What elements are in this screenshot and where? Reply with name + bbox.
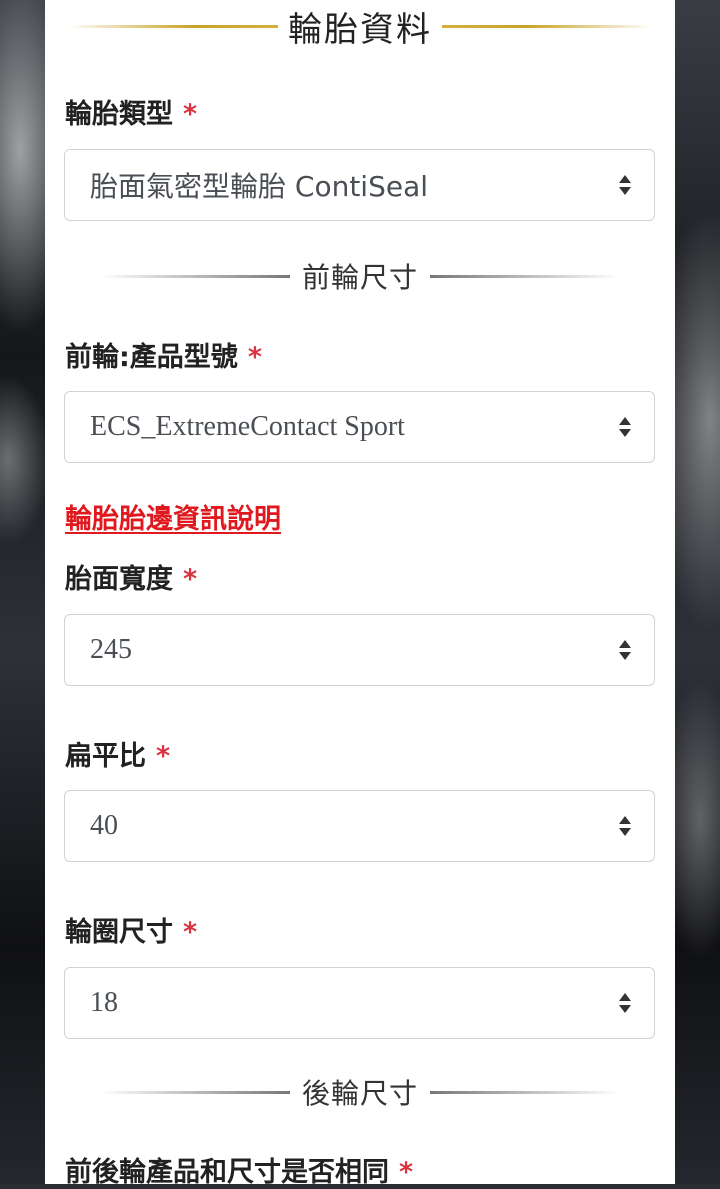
rim-size-select[interactable]: 18 [64,967,655,1039]
front-product-value: ECS_ExtremeContact Sport [90,411,405,442]
required-asterisk: * [183,564,198,595]
required-asterisk: * [399,1157,414,1188]
front-size-divider: 前輪尺寸 [100,256,621,296]
tread-width-select[interactable]: 245 [64,614,655,686]
tire-type-value: 胎面氣密型輪胎 ContiSeal [90,170,429,203]
required-asterisk: * [247,342,262,373]
tire-type-label-text: 輪胎類型 [65,99,173,130]
tread-width-label: 胎面寬度 * [65,557,197,596]
same-size-question-text: 前後輪產品和尺寸是否相同 [65,1157,389,1188]
tire-info-form: 輪胎資料 輪胎類型 * 胎面氣密型輪胎 ContiSeal 前輪尺寸 前輪:產品型… [45,0,675,1188]
rim-size-label-text: 輪圈尺寸 [65,917,173,948]
sort-updown-icon [619,816,631,836]
rim-size-value: 18 [90,987,118,1018]
title-divider-right [442,24,653,28]
tire-type-select[interactable]: 胎面氣密型輪胎 ContiSeal [64,149,655,221]
tire-type-label: 輪胎類型 * [65,92,197,131]
aspect-ratio-label-text: 扁平比 [65,741,146,772]
front-product-label-text: 前輪:產品型號 [65,342,238,373]
front-product-select[interactable]: ECS_ExtremeContact Sport [64,391,655,463]
sidewall-info-link[interactable]: 輪胎胎邊資訊說明 [65,497,281,536]
divider-line-right [430,274,621,278]
rim-size-label: 輪圈尺寸 * [65,910,197,949]
title-divider-left [67,24,278,28]
required-asterisk: * [156,741,171,772]
rear-size-title: 後輪尺寸 [302,1077,419,1110]
divider-line-left [100,1090,290,1094]
front-product-label: 前輪:產品型號 * [65,335,262,374]
tread-width-value: 245 [90,634,132,665]
aspect-ratio-label: 扁平比 * [65,734,170,773]
sort-updown-icon [619,993,631,1013]
sort-updown-icon [619,417,631,437]
divider-line-left [100,274,290,278]
aspect-ratio-value: 40 [90,810,118,841]
required-asterisk: * [183,99,198,130]
same-size-question-label: 前後輪產品和尺寸是否相同 * [65,1150,413,1189]
rear-size-divider: 後輪尺寸 [100,1072,621,1112]
sort-updown-icon [619,640,631,660]
section-title: 輪胎資料 [288,9,432,50]
front-size-title: 前輪尺寸 [302,261,419,294]
section-header: 輪胎資料 [67,4,653,50]
sort-updown-icon [619,175,631,195]
divider-line-right [430,1090,621,1094]
tread-width-label-text: 胎面寬度 [65,564,173,595]
required-asterisk: * [183,917,198,948]
aspect-ratio-select[interactable]: 40 [64,790,655,862]
